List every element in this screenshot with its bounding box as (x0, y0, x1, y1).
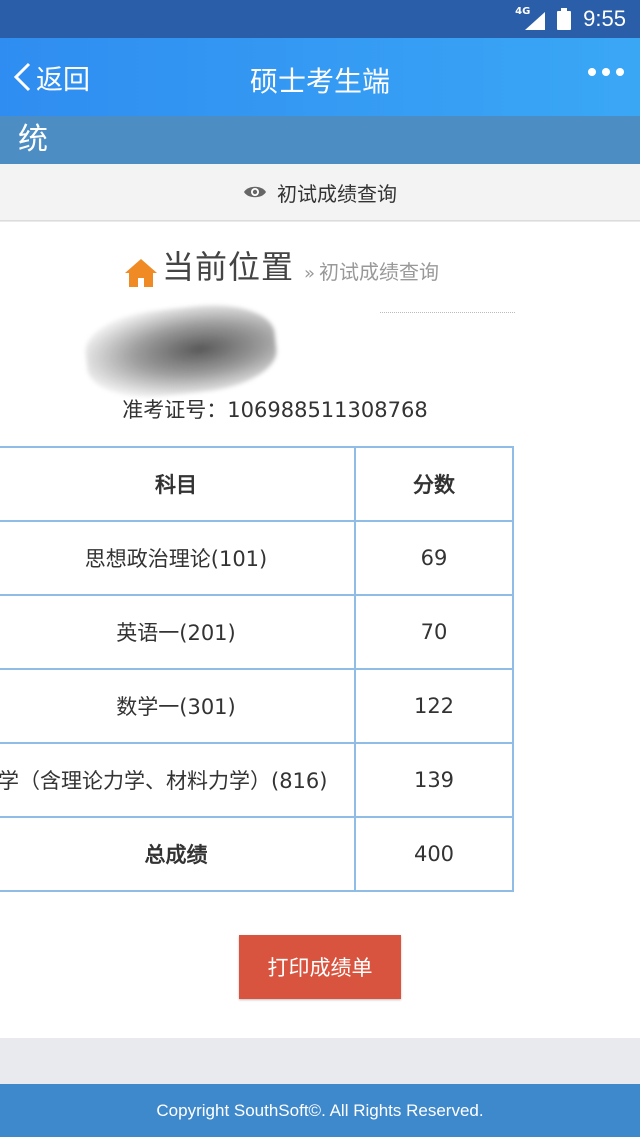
total-score: 400 (354, 816, 514, 892)
total-label: 总成绩 (0, 816, 356, 892)
breadcrumb-current: 当前位置 (162, 248, 295, 286)
breadcrumb-page: 初试成绩查询 (319, 260, 440, 284)
total-row: 总成绩 400 (0, 816, 514, 892)
subject-cell: 英语一(201) (0, 594, 356, 670)
battery-icon (557, 8, 572, 30)
main-panel: 当前位置 » 初试成绩查询 准考证号：106988511308768 科目 分数… (0, 222, 640, 1038)
score-cell: 70 (354, 594, 514, 670)
score-cell: 122 (354, 668, 514, 744)
subject-cell: 数学一(301) (0, 668, 356, 744)
redacted-name (82, 298, 280, 404)
table-row: 学（含理论力学、材料力学）(816) 139 (0, 742, 514, 818)
more-options-icon[interactable] (588, 68, 624, 76)
print-transcript-button[interactable]: 打印成绩单 (239, 935, 401, 999)
home-icon (125, 259, 157, 287)
column-header-subject: 科目 (0, 446, 356, 522)
dotted-divider (380, 312, 515, 313)
system-title-text: 统 (18, 122, 48, 157)
page-title: 硕士考生端 (249, 65, 390, 98)
table-header-row: 科目 分数 (0, 446, 514, 522)
status-bar: 4G 9:55 (0, 0, 640, 38)
exam-id-value: 106988511308768 (227, 398, 428, 422)
score-table: 科目 分数 思想政治理论(101) 69 英语一(201) 70 数学一(301… (0, 446, 514, 892)
exam-id-label: 准考证号： (122, 398, 228, 422)
tab-label: 初试成绩查询 (277, 181, 397, 206)
score-cell: 139 (354, 742, 514, 818)
system-title-strip: 统 (0, 116, 640, 164)
exam-id-line: 准考证号：106988511308768 (0, 394, 550, 424)
score-cell: 69 (354, 520, 514, 596)
clock: 9:55 (583, 6, 626, 31)
footer-copyright: Copyright SouthSoft©. All Rights Reserve… (0, 1084, 640, 1137)
table-row: 思想政治理论(101) 69 (0, 520, 514, 596)
subject-cell: 学（含理论力学、材料力学）(816) (0, 742, 356, 818)
eye-icon (244, 186, 266, 198)
table-row: 数学一(301) 122 (0, 668, 514, 744)
breadcrumb-separator: » (304, 263, 316, 284)
cellular-signal-icon: 4G (515, 6, 546, 30)
breadcrumb: 当前位置 » 初试成绩查询 (124, 248, 439, 288)
table-row: 英语一(201) 70 (0, 594, 514, 670)
column-header-score: 分数 (354, 446, 514, 522)
app-header: 返回 硕士考生端 (0, 38, 640, 116)
subject-cell: 思想政治理论(101) (0, 520, 356, 596)
tab-score-query[interactable]: 初试成绩查询 (0, 164, 640, 221)
